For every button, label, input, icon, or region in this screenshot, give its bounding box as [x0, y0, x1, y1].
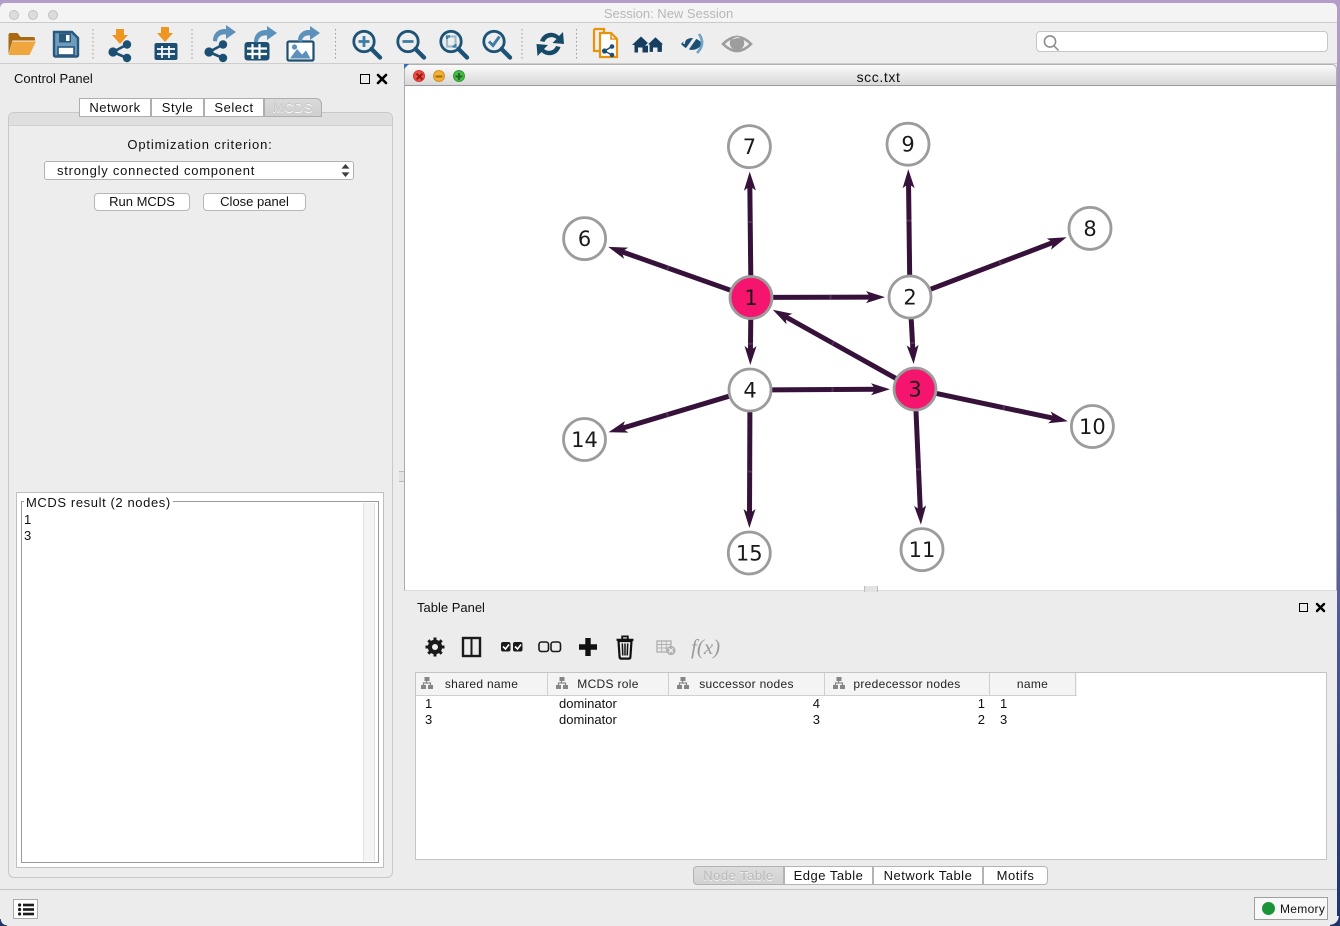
- svg-text:7: 7: [743, 135, 756, 159]
- svg-text:4: 4: [743, 379, 756, 403]
- svg-text:11: 11: [909, 538, 936, 562]
- svg-text:2: 2: [903, 286, 916, 310]
- svg-text:8: 8: [1083, 217, 1096, 241]
- svg-text:f(x): f(x): [691, 635, 720, 659]
- svg-text:1: 1: [744, 286, 757, 310]
- svg-text:15: 15: [736, 542, 763, 566]
- svg-text:14: 14: [571, 428, 598, 452]
- svg-text:3: 3: [908, 378, 921, 402]
- svg-text:10: 10: [1079, 415, 1106, 439]
- svg-text:9: 9: [901, 133, 914, 157]
- svg-text:6: 6: [578, 227, 591, 251]
